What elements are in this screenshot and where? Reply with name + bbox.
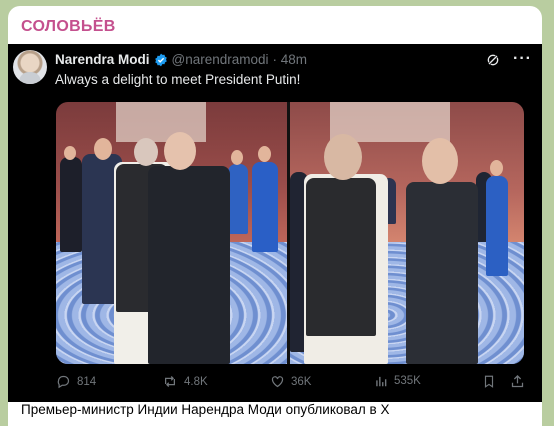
more-icon[interactable]: ··· <box>513 50 532 68</box>
reply-button[interactable]: 814 <box>56 374 96 389</box>
views-count: 535K <box>394 375 421 387</box>
like-button[interactable]: 36K <box>270 374 311 389</box>
person-head <box>64 146 76 160</box>
like-icon <box>270 374 285 389</box>
message-caption: Премьер-министр Индии Нарендра Моди опуб… <box>21 402 390 417</box>
bookmark-button[interactable] <box>482 374 496 389</box>
person-figure <box>252 162 278 252</box>
reply-count: 814 <box>77 375 97 388</box>
views-icon <box>374 374 388 388</box>
photo-left[interactable] <box>56 102 287 364</box>
person-figure <box>406 182 478 364</box>
person-head <box>258 146 271 162</box>
reply-icon <box>56 374 71 389</box>
tweet-text: Always a delight to meet President Putin… <box>55 72 301 87</box>
tweet-time[interactable]: · 48m <box>273 52 308 67</box>
author-avatar[interactable] <box>13 50 47 84</box>
author-handle[interactable]: @narendramodi <box>172 52 269 67</box>
grok-icon[interactable] <box>485 52 501 68</box>
person-figure <box>306 178 376 336</box>
message-bubble: СОЛОВЬЁВ Narendra Modi @narendramodi · 4… <box>8 6 542 426</box>
author-name[interactable]: Narendra Modi <box>55 52 150 67</box>
tweet-actions: 814 4.8K 36K 535K <box>8 374 542 398</box>
person-figure <box>148 166 230 364</box>
share-button[interactable] <box>510 374 525 389</box>
tweet-header: Narendra Modi @narendramodi · 48m <box>55 52 307 67</box>
person-figure <box>228 164 248 234</box>
like-count: 36K <box>291 375 312 388</box>
person-head <box>490 160 503 176</box>
channel-name[interactable]: СОЛОВЬЁВ <box>21 18 116 36</box>
person-head <box>164 132 196 170</box>
person-head <box>422 138 458 184</box>
verified-badge-icon <box>154 53 168 67</box>
repost-count: 4.8K <box>184 375 208 388</box>
share-icon <box>510 374 525 389</box>
person-head <box>94 138 112 160</box>
person-head <box>134 138 158 166</box>
person-head <box>324 134 362 180</box>
repost-button[interactable]: 4.8K <box>162 374 208 389</box>
photo-right[interactable] <box>290 102 524 364</box>
repost-icon <box>162 374 178 389</box>
tweet-media[interactable] <box>56 102 524 364</box>
person-figure <box>60 157 82 252</box>
tweet-embed[interactable]: Narendra Modi @narendramodi · 48m Always… <box>8 44 542 402</box>
views-button[interactable]: 535K <box>374 374 421 388</box>
person-head <box>231 150 243 165</box>
bookmark-icon <box>482 374 496 389</box>
person-figure <box>486 176 508 276</box>
photo-light <box>116 102 206 142</box>
